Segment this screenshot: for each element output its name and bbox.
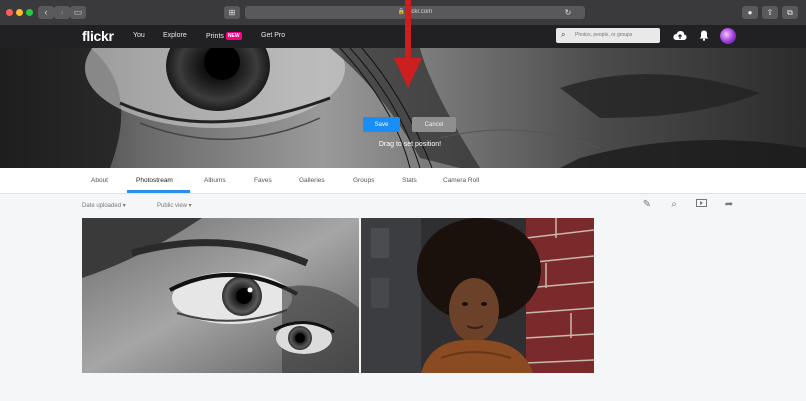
close-window-icon[interactable] bbox=[6, 9, 13, 16]
tab-about[interactable]: About bbox=[91, 177, 108, 184]
photo-eyes-image bbox=[82, 218, 359, 373]
photo-portrait-image bbox=[361, 218, 594, 373]
reload-icon[interactable]: ↻ bbox=[560, 6, 576, 19]
tab-albums[interactable]: Albums bbox=[204, 177, 226, 184]
flickr-logo[interactable]: flickr bbox=[82, 28, 114, 44]
profile-icon[interactable]: ● bbox=[742, 6, 758, 19]
search-icon: ⌕ bbox=[561, 30, 566, 39]
notification-bell-icon[interactable] bbox=[699, 30, 709, 44]
sidebar-icon[interactable]: ▭ bbox=[70, 6, 86, 19]
sort-dropdown[interactable]: Date uploaded ▾ bbox=[82, 202, 126, 209]
grid-icon[interactable]: ⊞ bbox=[224, 6, 240, 19]
nav-explore[interactable]: Explore bbox=[163, 32, 187, 39]
back-icon[interactable]: ‹ bbox=[38, 6, 54, 19]
tab-photostream[interactable]: Photostream bbox=[136, 177, 173, 184]
drag-hint-text: Drag to set position! bbox=[378, 141, 442, 148]
upload-cloud-icon[interactable] bbox=[673, 30, 687, 44]
nav-prints-label: Prints bbox=[206, 32, 224, 40]
nav-get-pro[interactable]: Get Pro bbox=[261, 32, 285, 39]
zoom-window-icon[interactable] bbox=[26, 9, 33, 16]
tab-camera-roll[interactable]: Camera Roll bbox=[443, 177, 479, 184]
tab-galleries[interactable]: Galleries bbox=[299, 177, 325, 184]
slideshow-icon[interactable] bbox=[694, 199, 708, 211]
photo-eyes[interactable] bbox=[82, 218, 359, 373]
edit-pencil-icon[interactable]: ✎ bbox=[640, 199, 654, 210]
nav-prints[interactable]: Prints NEW bbox=[206, 32, 242, 40]
search-icon[interactable]: ⌕ bbox=[667, 199, 681, 210]
search-input[interactable] bbox=[575, 30, 655, 40]
save-button[interactable]: Save bbox=[363, 117, 400, 132]
view-dropdown[interactable]: Public view ▾ bbox=[157, 202, 192, 209]
new-badge: NEW bbox=[225, 32, 242, 40]
photo-portrait[interactable] bbox=[361, 218, 594, 373]
minimize-window-icon[interactable] bbox=[16, 9, 23, 16]
annotation-arrow-icon bbox=[394, 0, 422, 88]
search-box[interactable]: ⌕ bbox=[556, 28, 660, 43]
cancel-button[interactable]: Cancel bbox=[412, 117, 456, 132]
share-icon[interactable]: ⇪ bbox=[762, 6, 778, 19]
tab-groups[interactable]: Groups bbox=[353, 177, 374, 184]
forward-icon[interactable]: › bbox=[54, 6, 70, 19]
tab-stats[interactable]: Stats bbox=[402, 177, 417, 184]
tab-faves[interactable]: Faves bbox=[254, 177, 272, 184]
active-tab-indicator bbox=[127, 190, 190, 193]
nav-you[interactable]: You bbox=[133, 32, 145, 39]
avatar[interactable] bbox=[720, 28, 736, 44]
share-arrow-icon[interactable]: ➦ bbox=[722, 199, 736, 210]
profile-tabs: About Photostream Albums Faves Galleries… bbox=[0, 168, 806, 194]
tabs-icon[interactable]: ⧉ bbox=[782, 6, 798, 19]
